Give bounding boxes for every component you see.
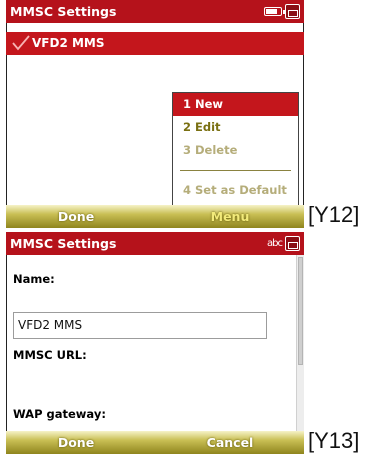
figure-caption-y12: [Y12] [308,202,360,227]
status-icons: abc [267,235,300,252]
scrollbar[interactable] [296,255,304,431]
status-icons [264,3,300,20]
page-title: MMSC Settings [10,236,117,251]
cancel-softkey[interactable]: Cancel [156,431,304,454]
softkey-bar: Done Menu [6,205,304,228]
mmsc-form: Name: VFD2 MMS MMSC URL: WAP gateway: [6,255,304,431]
menu-item-set-as-default[interactable]: 4 Set as Default [173,179,298,202]
menu-divider [180,170,291,171]
phone-signal-icon [285,236,300,251]
mmsc-settings-list-screen: MMSC Settings VFD2 MMS 1 New 2 Edit 3 De… [6,0,304,228]
page-title: MMSC Settings [10,4,117,19]
mmsc-edit-screen: MMSC Settings abc Name: VFD2 MMS MMSC UR… [6,232,304,454]
scrollbar-thumb[interactable] [298,257,303,365]
name-label: Name: [13,272,55,286]
phone-signal-icon [285,4,300,19]
wap-gateway-label: WAP gateway: [13,407,106,421]
input-mode-icon: abc [267,238,283,249]
mmsc-url-label: MMSC URL: [13,348,87,362]
checkmark-icon [12,35,30,51]
title-bar: MMSC Settings abc [6,232,304,255]
done-softkey[interactable]: Done [6,431,146,454]
figure-caption-y13: [Y13] [308,428,360,453]
title-bar: MMSC Settings [6,0,304,23]
menu-item-edit[interactable]: 2 Edit [173,116,298,139]
battery-icon [264,7,285,16]
menu-item-delete[interactable]: 3 Delete [173,139,298,162]
context-menu: 1 New 2 Edit 3 Delete 4 Set as Default [172,92,299,206]
list-item-vfd2-mms[interactable]: VFD2 MMS [6,32,304,55]
menu-softkey[interactable]: Menu [156,205,304,228]
list-item-label: VFD2 MMS [32,36,105,50]
menu-item-new[interactable]: 1 New [173,93,298,116]
softkey-bar: Done Cancel [6,431,304,454]
name-input[interactable]: VFD2 MMS [13,312,267,339]
done-softkey[interactable]: Done [6,205,146,228]
